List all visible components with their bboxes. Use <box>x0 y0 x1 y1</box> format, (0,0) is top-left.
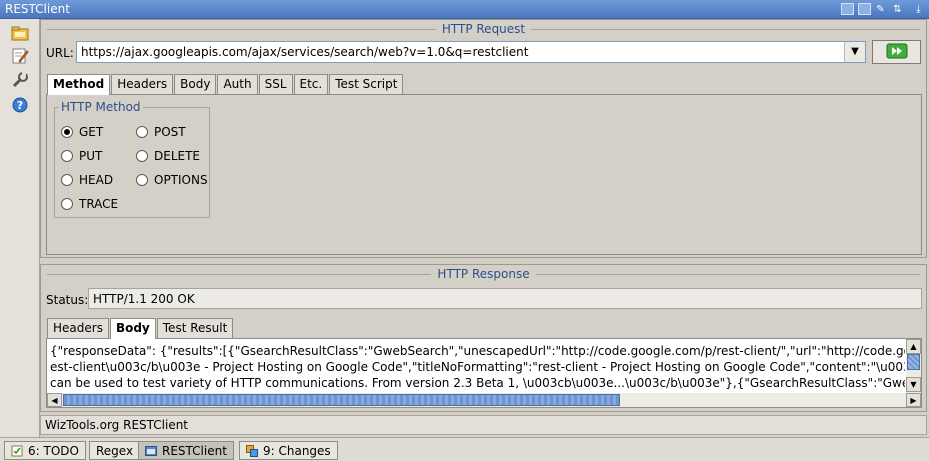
hide-icon[interactable]: ⤓ <box>912 3 925 15</box>
request-tabs: Method Headers Body Auth SSL Etc. Test S… <box>47 74 404 95</box>
dock-mode-icon[interactable] <box>858 3 871 15</box>
tab-response-body[interactable]: Body <box>109 318 156 339</box>
radio-delete[interactable]: DELETE <box>136 149 200 163</box>
response-body-area[interactable]: {"responseData": {"results":[{"GsearchRe… <box>46 338 922 408</box>
tab-ssl[interactable]: SSL <box>258 74 293 94</box>
response-body-line: est-client\u003c/b\u003e - Project Hosti… <box>50 360 905 374</box>
scroll-right-button[interactable]: ▶ <box>906 393 921 407</box>
regex-label: Regex <box>96 444 134 458</box>
float-mode-icon[interactable] <box>841 3 854 15</box>
radio-head-dot[interactable] <box>61 174 73 186</box>
scroll-left-button[interactable]: ◀ <box>47 393 62 407</box>
http-request-title: HTTP Request <box>41 22 926 36</box>
todo-icon <box>11 445 23 457</box>
radio-head[interactable]: HEAD <box>61 173 113 187</box>
window-title: RESTClient <box>5 2 70 16</box>
http-method-group-title: HTTP Method <box>59 100 143 114</box>
response-body-text[interactable]: {"responseData": {"results":[{"GsearchRe… <box>50 343 905 393</box>
todo-label: 6: TODO <box>28 444 79 458</box>
regex-button[interactable]: Regex <box>89 441 141 460</box>
radio-trace-label: TRACE <box>79 197 119 211</box>
http-response-panel: HTTP Response Status: HTTP/1.1 200 OK He… <box>40 264 927 412</box>
method-tab-content: HTTP Method GET POST PUT DELETE HEAD OPT… <box>46 94 922 255</box>
radio-get[interactable]: GET <box>61 125 103 139</box>
restclient-icon <box>145 445 157 457</box>
folder-icon[interactable] <box>11 24 29 42</box>
radio-trace-dot[interactable] <box>61 198 73 210</box>
tab-test-script[interactable]: Test Script <box>329 74 404 94</box>
radio-post-dot[interactable] <box>136 126 148 138</box>
tab-etc[interactable]: Etc. <box>293 74 329 94</box>
horizontal-scroll-thumb[interactable] <box>63 394 620 406</box>
wrench-icon[interactable] <box>11 71 29 89</box>
radio-options-label: OPTIONS <box>154 173 208 187</box>
svg-text:?: ? <box>17 99 23 112</box>
response-body-line: can be used to test variety of HTTP comm… <box>50 376 905 390</box>
scroll-up-button[interactable]: ▲ <box>906 339 921 354</box>
changes-label: 9: Changes <box>263 444 331 458</box>
title-bar: RESTClient ✎ ⇅ ⤓ <box>0 0 929 19</box>
radio-get-label: GET <box>79 125 104 139</box>
vertical-scrollbar[interactable]: ▲ ▼ <box>906 339 921 393</box>
horizontal-scrollbar[interactable]: ◀ ▶ <box>47 393 921 407</box>
tab-body[interactable]: Body <box>174 74 217 94</box>
tab-auth[interactable]: Auth <box>217 74 258 94</box>
pin-icon[interactable]: ✎ <box>874 3 887 15</box>
status-label: Status: <box>46 293 89 307</box>
radio-put[interactable]: PUT <box>61 149 102 163</box>
tab-response-headers[interactable]: Headers <box>47 318 109 338</box>
http-method-group: HTTP Method GET POST PUT DELETE HEAD OPT… <box>54 100 210 218</box>
radio-put-dot[interactable] <box>61 150 73 162</box>
url-history-dropdown[interactable]: ▼ <box>844 42 865 62</box>
go-arrow-icon <box>886 43 908 62</box>
radio-get-dot[interactable] <box>61 126 73 138</box>
radio-trace[interactable]: TRACE <box>61 197 118 211</box>
url-label: URL: <box>46 46 74 60</box>
status-field: HTTP/1.1 200 OK <box>88 288 922 309</box>
tab-method[interactable]: Method <box>47 74 111 95</box>
radio-put-label: PUT <box>79 149 103 163</box>
changes-button[interactable]: 9: Changes <box>239 441 338 460</box>
radio-post-label: POST <box>154 125 186 139</box>
radio-head-label: HEAD <box>79 173 114 187</box>
vertical-scroll-thumb[interactable] <box>907 354 920 370</box>
edit-icon[interactable] <box>11 47 29 65</box>
radio-options[interactable]: OPTIONS <box>136 173 208 187</box>
restclient-label: RESTClient <box>162 444 227 458</box>
changes-icon <box>246 445 258 457</box>
scroll-down-button[interactable]: ▼ <box>906 377 921 392</box>
http-response-title: HTTP Response <box>41 267 926 281</box>
tab-headers[interactable]: Headers <box>111 74 174 94</box>
http-request-panel: HTTP Request URL: https://ajax.googleapi… <box>40 19 927 258</box>
response-body-line: {"responseData": {"results":[{"GsearchRe… <box>50 344 905 358</box>
go-button[interactable] <box>872 40 921 64</box>
tab-test-result[interactable]: Test Result <box>156 318 234 338</box>
todo-button[interactable]: 6: TODO <box>4 441 86 460</box>
url-input[interactable]: https://ajax.googleapis.com/ajax/service… <box>76 41 866 63</box>
footer-status: WizTools.org RESTClient <box>40 415 927 435</box>
response-tabs: Headers Body Test Result <box>47 318 234 339</box>
radio-delete-label: DELETE <box>154 149 201 163</box>
restclient-button[interactable]: RESTClient <box>138 441 234 460</box>
settings-icon[interactable]: ⇅ <box>891 3 904 15</box>
tool-strip: ? <box>0 19 40 437</box>
radio-delete-dot[interactable] <box>136 150 148 162</box>
tool-window-bar: 6: TODO Regex RESTClient 9: Changes <box>0 437 929 461</box>
help-icon[interactable]: ? <box>11 96 29 114</box>
radio-options-dot[interactable] <box>136 174 148 186</box>
radio-post[interactable]: POST <box>136 125 186 139</box>
